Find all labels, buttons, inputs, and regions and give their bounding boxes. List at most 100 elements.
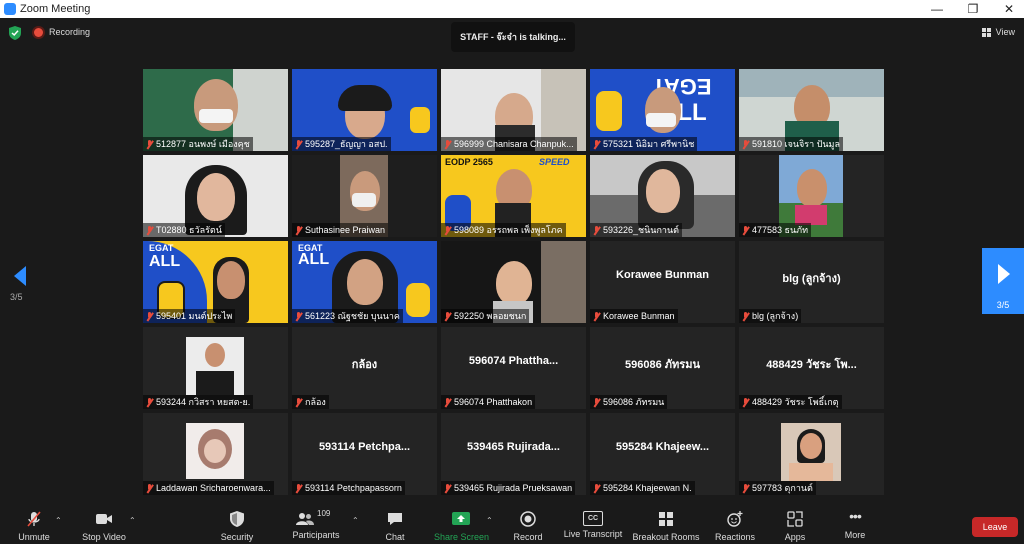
video-tile[interactable]: 596086 ภัทรมน 596086 ภัทรมน: [590, 327, 735, 409]
record-icon: [520, 511, 536, 527]
video-tile[interactable]: EGAT ALL 575321 นิอิมา ศรีพานิช: [590, 69, 735, 151]
video-tile[interactable]: Suthasinee Praiwan: [292, 155, 437, 237]
participant-name: 488429 วัชระ โพธิ์เกตุ: [739, 395, 842, 409]
all-logo-text: ALL: [298, 251, 330, 268]
participant-name: 477583 ธนภัท: [739, 223, 812, 237]
unmute-button[interactable]: Unmute: [14, 511, 54, 542]
video-tile[interactable]: 593244 กวิสรา หยสต-ย.: [143, 327, 288, 409]
muted-mic-icon: [444, 311, 451, 321]
page-indicator-right: 3/5: [996, 300, 1010, 310]
participant-video: [217, 261, 245, 299]
participant-video: [196, 173, 235, 221]
muted-mic-icon: [742, 483, 749, 493]
record-button[interactable]: Record: [511, 511, 545, 542]
muted-mic-icon: [146, 225, 153, 235]
participant-video: [193, 79, 238, 131]
video-tile[interactable]: 592250 พลอยชนก: [441, 241, 586, 323]
mic-muted-icon: [27, 511, 41, 527]
stop-video-button[interactable]: Stop Video: [80, 511, 128, 542]
participant-display-name: Korawee Bunman: [616, 269, 709, 281]
participant-display-name: กล้อง: [351, 359, 378, 371]
muted-mic-icon: [295, 225, 302, 235]
share-options-chevron-icon[interactable]: ⌃: [486, 516, 493, 525]
video-tile[interactable]: EGAT ALL 595401 มนต์ประไพ: [143, 241, 288, 323]
recording-label: Recording: [49, 27, 91, 37]
muted-mic-icon: [593, 397, 600, 407]
muted-mic-icon: [146, 139, 153, 149]
previous-page-button[interactable]: 3/5: [10, 266, 30, 316]
participant-name: 593114 Petchpapassorn: [292, 481, 405, 495]
participant-video: [796, 169, 827, 207]
participant-name: 592250 พลอยชนก: [441, 309, 530, 323]
participants-button[interactable]: 109 Participants: [290, 509, 342, 540]
video-tile[interactable]: blg (ลูกจ้าง) blg (ลูกจ้าง): [739, 241, 884, 323]
restore-button[interactable]: ❐: [958, 0, 988, 18]
participant-video: [495, 261, 532, 305]
more-button[interactable]: ••• More: [840, 509, 870, 540]
all-logo-text: ALL: [149, 253, 181, 270]
muted-mic-icon: [146, 397, 153, 407]
security-button[interactable]: Security: [216, 511, 258, 542]
participant-name: 591810 เจนจิรา ปันมูล: [739, 137, 844, 151]
video-tile[interactable]: กล้อง กล้อง: [292, 327, 437, 409]
video-tile[interactable]: Laddawan Sricharoenwara...: [143, 413, 288, 495]
recording-indicator[interactable]: Recording: [34, 27, 90, 37]
muted-mic-icon: [146, 311, 153, 321]
active-speaker-banner: STAFF - จ๊ะจ๋า is talking...: [451, 22, 575, 52]
minimize-button[interactable]: —: [922, 0, 952, 18]
video-tile[interactable]: 512877 อนพงษ์ เมืองคุช: [143, 69, 288, 151]
video-tile[interactable]: 593226_ชนินกานต์: [590, 155, 735, 237]
leave-button[interactable]: Leave: [972, 517, 1018, 537]
participant-display-name: 596086 ภัทรมน: [625, 359, 700, 371]
muted-mic-icon: [295, 397, 302, 407]
video-tile[interactable]: 596074 Phattha... 596074 Phatthakon: [441, 327, 586, 409]
participant-video: [346, 259, 383, 305]
video-tile[interactable]: 591810 เจนจิรา ปันมูล: [739, 69, 884, 151]
video-tile[interactable]: 595287_ธัญญา อสป.: [292, 69, 437, 151]
participant-name: 539465 Rujirada Prueksawan: [441, 481, 576, 495]
participant-display-name: blg (ลูกจ้าง): [782, 273, 841, 285]
profile-picture: [781, 423, 841, 481]
video-tile[interactable]: 595284 Khajeew... 595284 Khajeewan N.: [590, 413, 735, 495]
eodp-banner-text: EODP 2565: [445, 157, 493, 167]
video-tile[interactable]: 597783 ดุกานต์: [739, 413, 884, 495]
muted-mic-icon: [146, 483, 153, 493]
video-tile[interactable]: 539465 Rujirada... 539465 Rujirada Pruek…: [441, 413, 586, 495]
video-options-chevron-icon[interactable]: ⌃: [129, 516, 136, 525]
shield-icon[interactable]: [9, 26, 21, 40]
video-tile[interactable]: 593114 Petchpa... 593114 Petchpapassorn: [292, 413, 437, 495]
video-tile[interactable]: EGAT ALL 561223 ณัฐชชัย บุนนาค: [292, 241, 437, 323]
video-tile[interactable]: Korawee Bunman Korawee Bunman: [590, 241, 735, 323]
profile-picture: [186, 337, 244, 395]
participants-icon: 109: [296, 509, 336, 527]
live-transcript-button[interactable]: CC Live Transcript: [563, 511, 623, 539]
breakout-rooms-button[interactable]: Breakout Rooms: [632, 511, 700, 542]
muted-mic-icon: [444, 225, 451, 235]
chat-button[interactable]: Chat: [380, 511, 410, 542]
participant-display-name: 488429 วัชระ โพ...: [766, 359, 857, 371]
share-screen-icon: [452, 512, 470, 525]
video-tile[interactable]: 596999 Chanisara Chanpuk...: [441, 69, 586, 151]
participant-name: 575321 นิอิมา ศรีพานิช: [590, 137, 698, 151]
share-screen-button[interactable]: Share Screen: [434, 511, 489, 542]
apps-button[interactable]: Apps: [780, 511, 810, 542]
closed-caption-icon: CC: [583, 511, 603, 526]
next-page-button[interactable]: 3/5: [982, 248, 1024, 314]
participants-chevron-icon[interactable]: ⌃: [352, 516, 359, 525]
muted-mic-icon: [444, 139, 451, 149]
reactions-button[interactable]: Reactions: [713, 511, 757, 542]
smiley-plus-icon: [727, 511, 743, 527]
video-tile[interactable]: 477583 ธนภัท: [739, 155, 884, 237]
video-tile[interactable]: T02880 ธวัลรัตน์: [143, 155, 288, 237]
video-camera-icon: [96, 514, 112, 524]
participant-name: 596074 Phatthakon: [441, 395, 536, 409]
video-tile[interactable]: EODP 2565 SPEED 598089 อรรถพล เพ็งพูลโภค: [441, 155, 586, 237]
muted-mic-icon: [593, 311, 600, 321]
participant-name: T02880 ธวัลรัตน์: [143, 223, 225, 237]
close-button[interactable]: ✕: [994, 0, 1024, 18]
video-tile[interactable]: 488429 วัชระ โพ... 488429 วัชระ โพธิ์เกต…: [739, 327, 884, 409]
audio-options-chevron-icon[interactable]: ⌃: [55, 516, 62, 525]
view-button[interactable]: View: [981, 27, 1015, 37]
zoom-app-icon: [4, 3, 16, 15]
title-bar: Zoom Meeting — ❐ ✕: [0, 0, 1024, 18]
